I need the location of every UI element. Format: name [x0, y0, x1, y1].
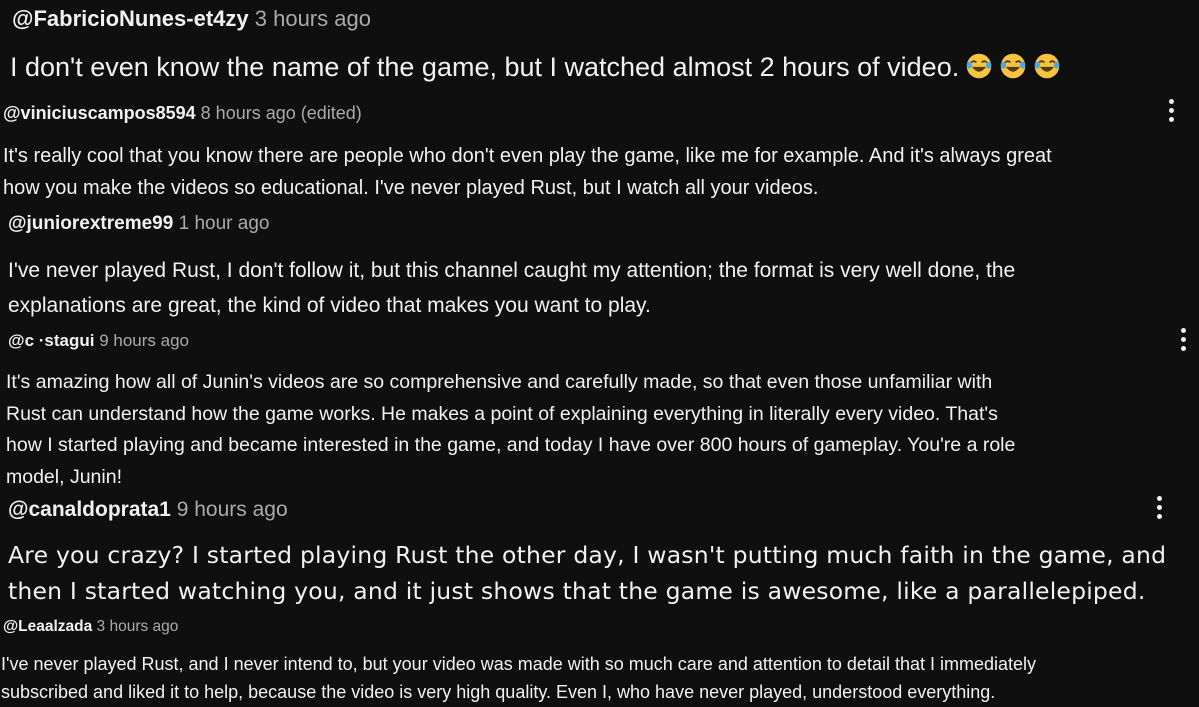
- comment-timestamp[interactable]: 1 hour ago: [179, 213, 270, 234]
- comment-text-line: model, Junin!: [6, 465, 122, 488]
- comment-timestamp[interactable]: 8 hours ago (edited): [201, 103, 362, 123]
- comment-header: @FabricioNunes-et4zy 3 hours ago: [12, 6, 371, 32]
- comment-text-line: subscribed and liked it to help, because…: [1, 682, 996, 702]
- comment-header: @c ·stagui 9 hours ago: [8, 331, 189, 351]
- comment-text: I don't even know the name of the game, …: [10, 52, 1061, 83]
- comment-timestamp[interactable]: 3 hours ago: [255, 6, 371, 31]
- comment-text-line: how you make the videos so educational. …: [3, 177, 819, 199]
- comment-text-line: then I started watching you, and it just…: [8, 577, 1146, 605]
- comment-text-line: how I started playing and became interes…: [6, 434, 1016, 456]
- comment-author[interactable]: @Leaalzada: [3, 618, 92, 635]
- comment-author[interactable]: @c ·stagui: [8, 331, 94, 350]
- comment-author[interactable]: @juniorextreme99: [8, 213, 173, 234]
- comment-header: @viniciuscampos8594 8 hours ago (edited): [3, 103, 362, 124]
- more-vertical-icon[interactable]: [1160, 96, 1184, 126]
- comment-text-line: Rust can understand how the game works. …: [6, 402, 998, 425]
- comment-text: I've never played Rust, I don't follow i…: [8, 253, 1015, 323]
- comment-text-line: Are you crazy? I started playing Rust th…: [8, 541, 1167, 569]
- comment-author[interactable]: @viniciuscampos8594: [3, 103, 196, 123]
- comment-text-line: explanations are great, the kind of vide…: [8, 294, 651, 317]
- comment-timestamp[interactable]: 9 hours ago: [177, 498, 288, 521]
- comment-timestamp[interactable]: 9 hours ago: [99, 331, 189, 350]
- comment-author[interactable]: @FabricioNunes-et4zy: [12, 6, 249, 31]
- comment-header: @juniorextreme99 1 hour ago: [8, 213, 269, 235]
- comment-author[interactable]: @canaldoprata1: [8, 498, 171, 521]
- comment-text: It's really cool that you know there are…: [3, 140, 1052, 204]
- comment-header: @canaldoprata1 9 hours ago: [8, 498, 288, 522]
- comment-header: @Leaalzada 3 hours ago: [3, 618, 178, 636]
- more-vertical-icon[interactable]: [1148, 493, 1172, 523]
- comment-text-line: I don't even know the name of the game, …: [10, 52, 1061, 83]
- laughing-tears-emoji-icon: [1034, 53, 1060, 79]
- comment-text-line: It's amazing how all of Junin's videos a…: [6, 371, 993, 393]
- comment-text: It's amazing how all of Junin's videos a…: [6, 367, 1015, 493]
- laughing-tears-emoji-icon: [966, 53, 992, 79]
- comment-text: I've never played Rust, and I never inte…: [1, 650, 1036, 706]
- comment-text: Are you crazy? I started playing Rust th…: [8, 537, 1166, 609]
- laughing-tears-emoji-icon: [1000, 53, 1026, 79]
- comment-text-line: I've never played Rust, and I never inte…: [1, 654, 1037, 674]
- comment-text-line: It's really cool that you know there are…: [3, 145, 1052, 167]
- more-vertical-icon[interactable]: [1172, 325, 1196, 355]
- comment-timestamp[interactable]: 3 hours ago: [97, 618, 179, 635]
- comment-text-line: I've never played Rust, I don't follow i…: [8, 259, 1016, 282]
